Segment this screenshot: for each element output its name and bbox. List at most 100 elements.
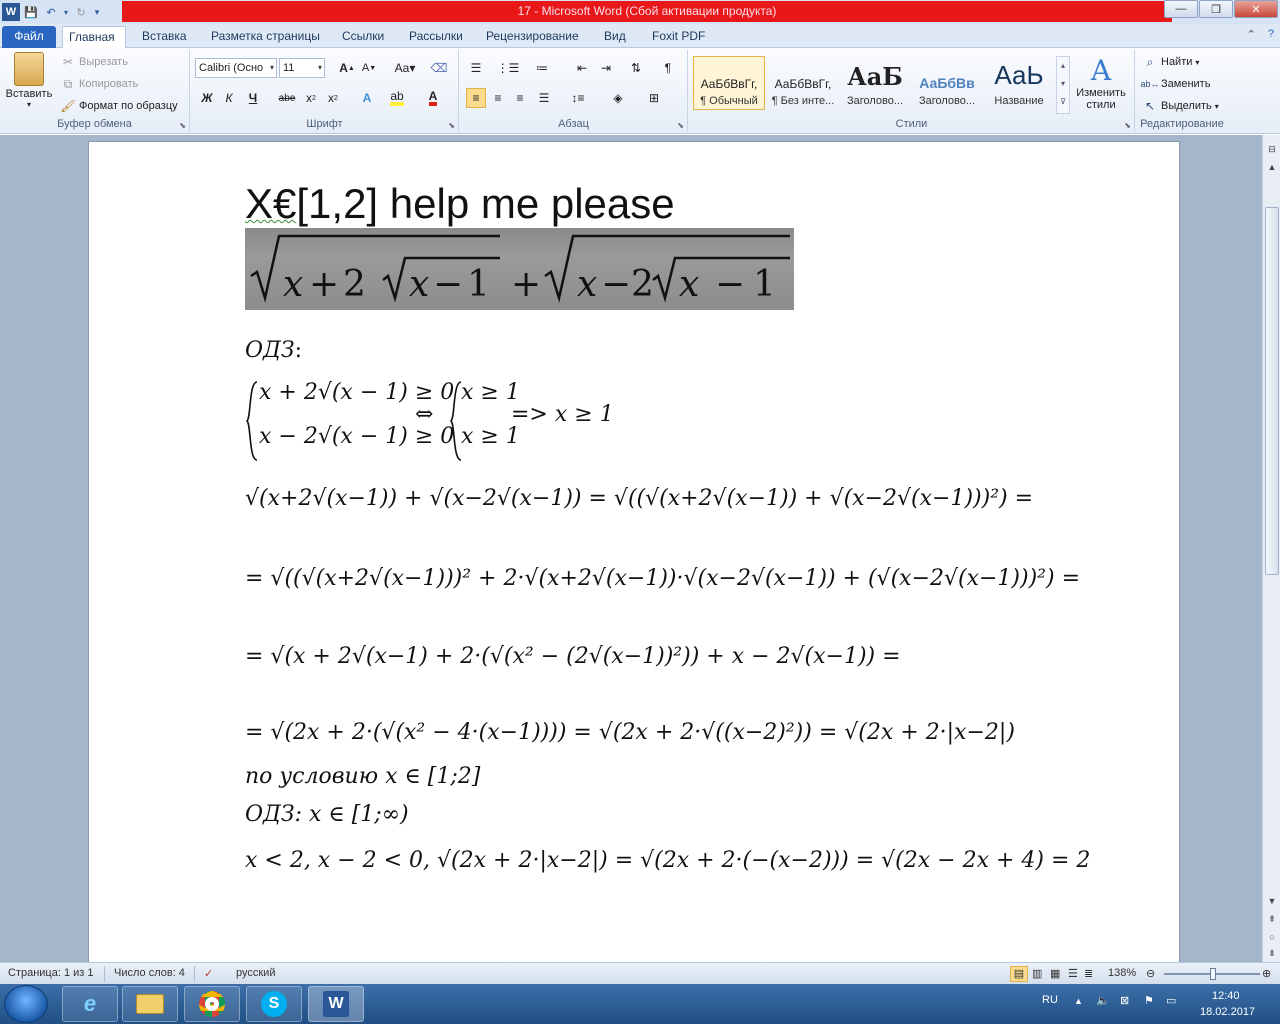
print-layout-icon[interactable]: ▤ (1010, 966, 1028, 982)
style-heading-2[interactable]: АаБбВв Заголово... (911, 56, 983, 110)
italic-button[interactable]: К (219, 88, 239, 108)
taskbar-ie[interactable]: e (62, 986, 118, 1022)
font-name-select[interactable]: Calibri (Осно ▾ (195, 58, 277, 78)
bullets-button[interactable]: ☰ (466, 58, 486, 78)
volume-icon[interactable]: 🔈 (1096, 994, 1110, 1007)
sort-button[interactable]: ⇅ (626, 58, 646, 78)
spellcheck-icon[interactable]: ✓ (204, 967, 213, 980)
collapse-ribbon-icon[interactable]: ⌃ (1247, 28, 1256, 41)
document-page[interactable]: X€[1,2] help me please x + 2 x − 1 + x −… (88, 141, 1180, 962)
language-indicator[interactable]: русский (236, 967, 275, 979)
style-title[interactable]: АаЬ Название (983, 56, 1055, 110)
taskbar-word[interactable]: W (308, 986, 364, 1022)
close-button[interactable]: ✕ (1234, 0, 1278, 18)
scroll-down-icon[interactable]: ▼ (1264, 893, 1280, 909)
tab-review[interactable]: Рецензирование (480, 26, 585, 48)
input-language[interactable]: RU (1042, 994, 1058, 1006)
redo-icon[interactable]: ↻ (72, 3, 90, 21)
shrink-font-button[interactable]: A ▼ (359, 58, 379, 78)
align-left-button[interactable]: ≡ (466, 88, 486, 108)
page-count[interactable]: Страница: 1 из 1 (8, 967, 94, 979)
replace-button[interactable]: ab↔ Заменить (1141, 76, 1211, 92)
word-count[interactable]: Число слов: 4 (114, 967, 185, 979)
action-center-icon[interactable]: ⚑ (1144, 994, 1154, 1007)
tab-insert[interactable]: Вставка (136, 26, 193, 48)
align-right-button[interactable]: ≡ (510, 88, 530, 108)
shading-button[interactable]: ◈ (608, 88, 628, 108)
maximize-button[interactable]: ❐ (1199, 0, 1233, 18)
web-layout-icon[interactable]: ▦ (1050, 967, 1060, 980)
undo-dropdown-icon[interactable]: ▾ (62, 3, 70, 21)
clock-date[interactable]: 18.02.2017 (1200, 1006, 1255, 1018)
paste-button[interactable]: Вставить ▾ (4, 52, 54, 114)
previous-page-icon[interactable]: ⇞ (1264, 911, 1280, 927)
dialog-launcher-icon[interactable]: ⬊ (1124, 121, 1131, 130)
select-button[interactable]: ↖ Выделить ▾ (1142, 98, 1219, 114)
save-icon[interactable]: 💾 (22, 3, 40, 21)
zoom-level[interactable]: 138% (1108, 967, 1136, 979)
style-heading-1[interactable]: АаБ Заголово... (839, 56, 911, 110)
font-color-button[interactable]: A (423, 88, 443, 108)
tab-page-layout[interactable]: Разметка страницы (205, 26, 326, 48)
style-normal[interactable]: АаБбВвГг, ¶ Обычный (693, 56, 765, 110)
taskbar-skype[interactable]: S (246, 986, 302, 1022)
customize-qat-icon[interactable]: ▾ (92, 3, 102, 21)
browse-object-icon[interactable]: ○ (1264, 929, 1280, 945)
show-marks-button[interactable]: ¶ (658, 58, 678, 78)
multilevel-list-button[interactable]: ≔ (532, 58, 552, 78)
superscript-button[interactable]: x2 (323, 88, 343, 108)
dialog-launcher-icon[interactable]: ⬊ (677, 121, 684, 130)
underline-button[interactable]: Ч (243, 88, 263, 108)
undo-icon[interactable]: ↶ (42, 3, 60, 21)
copy-button[interactable]: ⧉ Копировать (60, 76, 139, 92)
numbering-button[interactable]: ⋮☰ (497, 58, 520, 78)
clock-time[interactable]: 12:40 (1212, 990, 1240, 1002)
format-painter-button[interactable]: 🖌 Формат по образцу (60, 98, 177, 114)
tab-file[interactable]: Файл (2, 26, 56, 48)
zoom-out-icon[interactable]: ⊖ (1146, 967, 1155, 980)
draft-icon[interactable]: ≣ (1084, 967, 1093, 980)
tab-references[interactable]: Ссылки (336, 26, 390, 48)
taskbar-explorer[interactable] (122, 986, 178, 1022)
tab-mailings[interactable]: Рассылки (403, 26, 469, 48)
borders-button[interactable]: ⊞ (644, 88, 664, 108)
zoom-in-icon[interactable]: ⊕ (1262, 967, 1271, 980)
tab-foxit-pdf[interactable]: Foxit PDF (646, 26, 711, 48)
font-size-select[interactable]: 11 ▾ (279, 58, 325, 78)
change-case-button[interactable]: Aa▾ (391, 58, 419, 78)
zoom-slider-thumb[interactable] (1210, 968, 1216, 980)
network-icon[interactable]: ⊠ (1120, 994, 1129, 1007)
taskbar-chrome[interactable] (184, 986, 240, 1022)
subscript-button[interactable]: x2 (301, 88, 321, 108)
ruler-toggle-icon[interactable]: ⊟ (1264, 141, 1280, 157)
tray-extra-icon[interactable]: ▭ (1166, 994, 1176, 1007)
highlight-button[interactable]: ab (387, 88, 407, 108)
align-center-button[interactable]: ≡ (488, 88, 508, 108)
minimize-button[interactable]: — (1164, 0, 1198, 18)
tab-home[interactable]: Главная (62, 26, 126, 48)
start-button[interactable] (4, 985, 48, 1023)
help-icon[interactable]: ? (1268, 28, 1274, 41)
outline-icon[interactable]: ☰ (1068, 967, 1078, 980)
grow-font-button[interactable]: A ▲ (337, 58, 357, 78)
cut-button[interactable]: ✂ Вырезать (60, 54, 128, 70)
dialog-launcher-icon[interactable]: ⬊ (448, 121, 455, 130)
next-page-icon[interactable]: ⇟ (1264, 945, 1280, 961)
word-app-icon[interactable]: W (2, 3, 20, 21)
line-spacing-button[interactable]: ↕≡ (568, 88, 588, 108)
increase-indent-button[interactable]: ⇥ (596, 58, 616, 78)
dialog-launcher-icon[interactable]: ⬊ (179, 121, 186, 130)
scrollbar-thumb[interactable] (1265, 207, 1279, 575)
find-button[interactable]: ⌕ Найти ▾ (1142, 54, 1200, 70)
reading-mode-icon[interactable]: ▥ (1032, 967, 1042, 980)
change-styles-button[interactable]: A Изменить стили (1073, 54, 1129, 111)
text-effects-button[interactable]: A (357, 88, 377, 108)
decrease-indent-button[interactable]: ⇤ (572, 58, 592, 78)
vertical-scrollbar[interactable]: ⊟ ▲ ▼ ⇞ ○ ⇟ (1262, 135, 1280, 962)
show-hidden-icons[interactable]: ▲ (1074, 996, 1083, 1006)
strikethrough-button[interactable]: abe (277, 88, 297, 108)
style-no-spacing[interactable]: АаБбВвГг, ¶ Без инте... (767, 56, 839, 110)
clear-formatting-button[interactable]: ⌫ (429, 58, 449, 78)
tab-view[interactable]: Вид (598, 26, 632, 48)
bold-button[interactable]: Ж (197, 88, 217, 108)
